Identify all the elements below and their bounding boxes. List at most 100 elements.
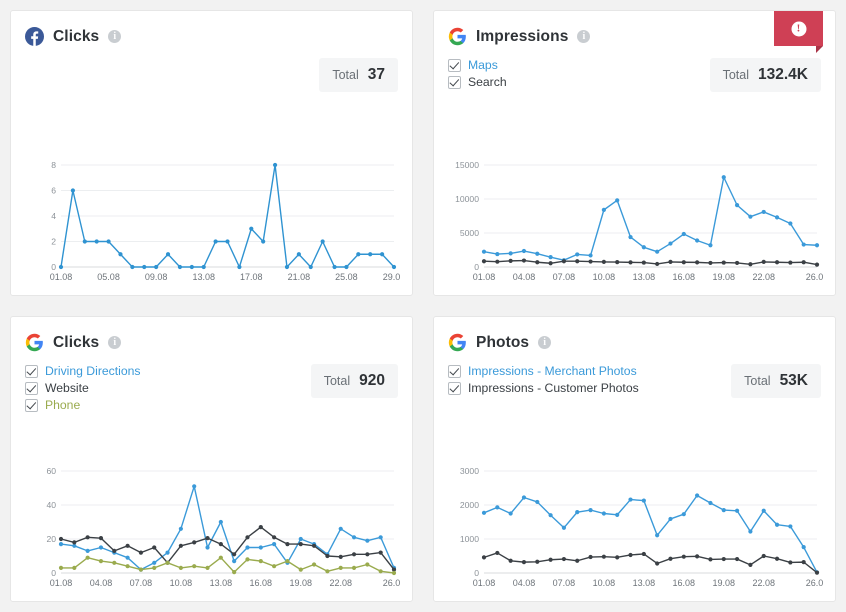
panel-google-clicks: Clicks i Driving Directions Website Phone Tot… bbox=[10, 316, 413, 602]
panel-google-photos: Photos i Impressions - Merchant Photos Impr… bbox=[433, 316, 836, 602]
y-axis-tick: 0 bbox=[51, 262, 56, 272]
y-axis-tick: 2000 bbox=[460, 500, 479, 510]
checkbox-checked-icon[interactable] bbox=[448, 381, 461, 395]
total-label: Total bbox=[744, 374, 771, 388]
legend-item[interactable]: Driving Directions bbox=[25, 364, 141, 378]
legend-item[interactable]: Search bbox=[448, 75, 507, 89]
data-point bbox=[615, 198, 620, 203]
info-icon[interactable]: i bbox=[538, 336, 552, 349]
x-axis-tick: 17.08 bbox=[240, 272, 263, 282]
data-point bbox=[814, 570, 820, 575]
data-point bbox=[601, 259, 606, 264]
data-point bbox=[814, 243, 820, 248]
data-point bbox=[695, 493, 700, 498]
checkbox-checked-icon[interactable] bbox=[25, 364, 38, 378]
legend-item[interactable]: Impressions - Customer Photos bbox=[448, 381, 639, 395]
data-point bbox=[788, 221, 793, 226]
x-axis-tick: 07.08 bbox=[553, 578, 576, 588]
alert-ribbon[interactable]: ! bbox=[774, 11, 823, 53]
data-point bbox=[761, 553, 766, 559]
data-point bbox=[814, 262, 820, 267]
data-point bbox=[178, 565, 183, 570]
data-point bbox=[734, 508, 740, 513]
data-point bbox=[774, 215, 780, 220]
data-point bbox=[272, 564, 277, 569]
y-axis-tick: 15000 bbox=[455, 160, 479, 170]
info-icon[interactable]: i bbox=[108, 30, 122, 43]
legend-label: Impressions - Customer Photos bbox=[468, 381, 639, 395]
data-point bbox=[311, 543, 317, 548]
data-point bbox=[481, 555, 487, 560]
data-point bbox=[495, 251, 500, 257]
data-point bbox=[351, 535, 357, 540]
x-axis-tick: 07.08 bbox=[553, 272, 576, 282]
panel-header: Clicks i bbox=[25, 333, 398, 352]
y-axis-tick: 8 bbox=[51, 160, 56, 170]
data-point bbox=[668, 516, 673, 522]
x-axis-tick: 16.08 bbox=[673, 578, 696, 588]
legend: Driving Directions Website Phone bbox=[25, 364, 141, 412]
x-axis-tick: 19.08 bbox=[712, 272, 735, 282]
data-point bbox=[125, 555, 130, 560]
dashboard-grid: Clicks i Total 37 0 2 4 6 8 01.08 05.08 09.08 13.08 1… bbox=[0, 0, 846, 612]
data-point bbox=[761, 259, 766, 264]
data-point bbox=[192, 564, 197, 569]
checkbox-checked-icon[interactable] bbox=[25, 398, 38, 412]
data-point bbox=[681, 512, 686, 517]
data-point bbox=[721, 260, 726, 265]
data-point bbox=[588, 554, 593, 560]
info-icon[interactable]: i bbox=[577, 30, 591, 43]
chart-container: 0 1000 2000 3000 01.08 04.08 07.08 10.08 13.08 16… bbox=[448, 461, 823, 593]
data-point bbox=[801, 560, 806, 565]
data-point bbox=[601, 554, 606, 559]
panel-header: Photos i bbox=[448, 333, 821, 352]
panel-google-impressions: ! Impressions i Maps Search Total 132.4K 0 5000… bbox=[433, 10, 836, 296]
x-axis-tick: 25.08 bbox=[335, 272, 358, 282]
chart-google-clicks: 0 20 40 60 01.08 04.08 07.08 10.08 13.08 16.08 19.… bbox=[46, 466, 400, 588]
panel-title: Impressions bbox=[476, 27, 569, 45]
checkbox-checked-icon[interactable] bbox=[25, 381, 38, 395]
data-point bbox=[481, 249, 487, 254]
x-axis-tick: 22.08 bbox=[752, 272, 775, 282]
chart-container: 0 2 4 6 8 01.08 05.08 09.08 13.08 17.08 21.08 25.08… bbox=[25, 155, 400, 287]
chart-google-impressions: 0 5000 10000 15000 01.08 04.08 07.08 10.08 13.08… bbox=[455, 160, 823, 282]
data-point bbox=[344, 264, 349, 270]
data-point bbox=[601, 511, 606, 516]
legend-item[interactable]: Website bbox=[25, 381, 141, 395]
data-point bbox=[548, 513, 553, 518]
data-point bbox=[152, 560, 157, 565]
info-icon[interactable]: i bbox=[108, 336, 122, 349]
data-point bbox=[94, 239, 99, 244]
y-axis-tick: 0 bbox=[474, 568, 479, 578]
legend-item[interactable]: Maps bbox=[448, 58, 507, 72]
panel-legend-total-row: Total 37 bbox=[25, 58, 398, 92]
data-point bbox=[325, 553, 330, 559]
data-point bbox=[548, 261, 553, 266]
checkbox-checked-icon[interactable] bbox=[448, 75, 461, 89]
data-point bbox=[138, 550, 144, 555]
checkbox-checked-icon[interactable] bbox=[448, 364, 461, 378]
google-icon bbox=[448, 27, 466, 46]
data-point bbox=[285, 559, 290, 564]
data-point bbox=[801, 260, 806, 265]
data-point bbox=[575, 510, 580, 515]
legend-item[interactable]: Phone bbox=[25, 398, 141, 412]
data-point bbox=[708, 500, 713, 506]
data-point bbox=[72, 565, 77, 570]
data-point bbox=[178, 526, 183, 531]
y-axis-tick: 6 bbox=[51, 186, 56, 196]
data-point bbox=[788, 524, 793, 529]
checkbox-checked-icon[interactable] bbox=[448, 58, 461, 72]
x-axis-tick: 22.08 bbox=[329, 578, 352, 588]
data-point bbox=[232, 570, 237, 575]
panel-cell-facebook-clicks: Clicks i Total 37 0 2 4 6 8 01.08 05.08 09.08 13.08 1… bbox=[0, 0, 423, 306]
data-point bbox=[218, 542, 223, 547]
x-axis-tick: 26.08 bbox=[806, 578, 823, 588]
data-point bbox=[561, 259, 567, 264]
data-point bbox=[575, 558, 580, 563]
data-point bbox=[152, 565, 157, 570]
legend-item[interactable]: Impressions - Merchant Photos bbox=[448, 364, 639, 378]
data-point bbox=[521, 258, 527, 263]
data-point bbox=[774, 522, 780, 527]
series-line bbox=[60, 526, 395, 571]
